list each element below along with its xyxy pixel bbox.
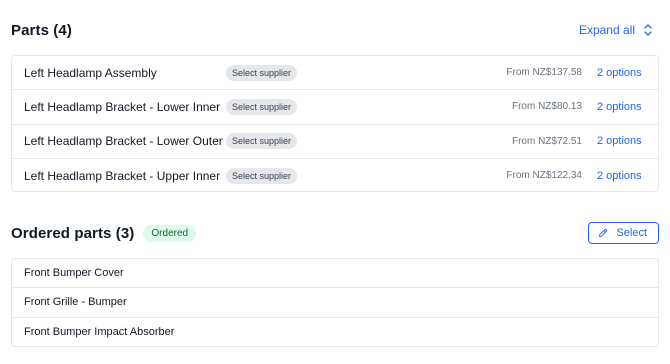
parts-title: Parts (4) — [11, 21, 72, 39]
options-label: 2 options — [597, 135, 642, 148]
ordered-part-row[interactable]: Front Bumper Impact Absorber — [12, 318, 658, 347]
options-label: 2 options — [597, 66, 642, 79]
select-button[interactable]: Select — [588, 222, 659, 244]
part-row[interactable]: Left Headlamp Assembly Select supplier F… — [12, 56, 658, 91]
part-name: Left Headlamp Bracket - Upper Inner — [24, 168, 221, 183]
ordered-parts-title: Ordered parts (3) — [11, 224, 135, 242]
parts-list: Left Headlamp Assembly Select supplier F… — [11, 55, 659, 192]
select-supplier-badge[interactable]: Select supplier — [226, 98, 298, 115]
options-label: 2 options — [597, 169, 642, 182]
pencil-icon — [599, 228, 608, 237]
options-toggle[interactable]: 2 options — [597, 170, 648, 182]
ordered-part-row[interactable]: Front Bumper Cover — [12, 259, 658, 289]
part-price: From NZ$122.34 — [506, 170, 582, 182]
part-row[interactable]: Left Headlamp Bracket - Upper Inner Sele… — [12, 159, 658, 193]
options-toggle[interactable]: 2 options — [597, 67, 648, 79]
part-name: Left Headlamp Bracket - Lower Inner — [24, 99, 221, 114]
part-price: From NZ$80.13 — [511, 101, 582, 113]
ordered-status-badge: Ordered — [143, 224, 197, 242]
part-name: Left Headlamp Bracket - Lower Outer — [24, 134, 223, 149]
parts-header: Parts (4) Expand all — [11, 18, 659, 42]
part-row[interactable]: Left Headlamp Bracket - Lower Inner Sele… — [12, 90, 658, 125]
ordered-parts-list: Front Bumper Cover Front Grille - Bumper… — [11, 258, 659, 347]
part-name: Left Headlamp Assembly — [24, 65, 157, 80]
expand-all-button[interactable]: Expand all — [579, 23, 659, 37]
ordered-part-name: Front Bumper Cover — [24, 267, 124, 280]
part-price: From NZ$72.51 — [511, 135, 582, 147]
ordered-part-name: Front Grille - Bumper — [24, 296, 127, 309]
select-button-label: Select — [616, 227, 647, 239]
part-row[interactable]: Left Headlamp Bracket - Lower Outer Sele… — [12, 125, 658, 159]
chevron-up-down-icon — [644, 24, 652, 36]
options-toggle[interactable]: 2 options — [597, 101, 648, 113]
ordered-parts-header: Ordered parts (3) Ordered Select — [11, 221, 659, 245]
options-label: 2 options — [597, 100, 642, 113]
expand-all-label: Expand all — [578, 23, 635, 37]
ordered-part-name: Front Bumper Impact Absorber — [24, 326, 175, 339]
select-supplier-badge[interactable]: Select supplier — [226, 167, 298, 184]
select-supplier-badge[interactable]: Select supplier — [226, 64, 298, 81]
ordered-part-row[interactable]: Front Grille - Bumper — [12, 288, 658, 318]
select-supplier-badge[interactable]: Select supplier — [226, 133, 298, 150]
part-price: From NZ$137.58 — [506, 67, 582, 79]
options-toggle[interactable]: 2 options — [597, 135, 648, 147]
